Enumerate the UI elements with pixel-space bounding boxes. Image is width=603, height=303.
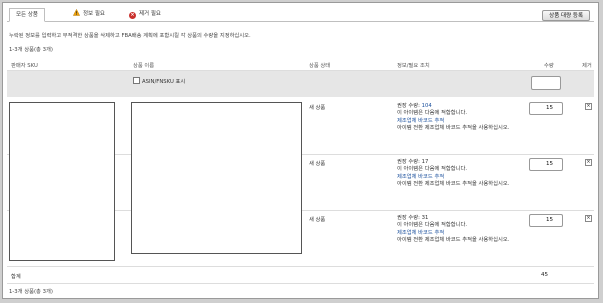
col-header-quantity: 수량 bbox=[544, 63, 554, 69]
asin-toggle[interactable]: ASIN/FNSKU 표시 bbox=[133, 77, 185, 85]
quantity-filter-input[interactable] bbox=[531, 76, 561, 90]
quantity-input[interactable]: 15 bbox=[529, 158, 563, 171]
recommended-label: 권장 수량: bbox=[397, 159, 420, 165]
item-count-top: 1-3개 상품(총 3개) bbox=[9, 47, 53, 53]
total-row: 합계 45 bbox=[7, 267, 594, 284]
remove-item-button[interactable]: × bbox=[585, 103, 592, 110]
tab-info-needed[interactable]: 정보 필요 bbox=[67, 8, 111, 20]
asin-checkbox[interactable] bbox=[133, 77, 140, 84]
tab-all-products-label: 모든 상품 bbox=[16, 12, 38, 18]
col-header-sku[interactable]: 판매자 SKU bbox=[11, 61, 38, 69]
info-cell: 권장 수량: 17 이 아이템은 다음에 적합합니다. 제조업체 바코드 추적 … bbox=[397, 159, 517, 189]
recommended-qty: 17 bbox=[421, 159, 429, 165]
total-label: 합계 bbox=[11, 274, 21, 280]
shipment-items-panel: 모든 상품 정보 필요 × 제거 필요 상품 대량 등록 누락된 정보를 입력하고… bbox=[2, 2, 599, 299]
asin-toggle-label: ASIN/FNSKU 표시 bbox=[142, 79, 186, 85]
tab-removal-needed-label: 제거 필요 bbox=[139, 11, 161, 17]
tab-bar: 모든 상품 정보 필요 × 제거 필요 상품 대량 등록 bbox=[7, 7, 594, 22]
remove-item-button[interactable]: × bbox=[585, 159, 592, 166]
col-header-remove: 제거 bbox=[582, 63, 592, 69]
tab-removal-needed[interactable]: × 제거 필요 bbox=[123, 8, 167, 20]
eligible-text: 이 아이템은 다음에 적합합니다. bbox=[397, 222, 468, 229]
barcode-note: 아이템 전환 제조업체 바코드 추적을 사용하십시오. bbox=[397, 125, 510, 132]
product-name-cell-box bbox=[131, 102, 302, 254]
recommended-label: 권장 수량: bbox=[397, 103, 420, 109]
recommended-label: 권장 수량: bbox=[397, 215, 420, 221]
col-header-name[interactable]: 상품 이름 bbox=[133, 61, 154, 69]
instructions-text: 누락된 정보를 입력하고 부적격한 상품을 삭제하고 FBA배송 계획에 포함시… bbox=[9, 33, 251, 39]
recommended-qty: 31 bbox=[421, 215, 429, 221]
eligible-text: 이 아이템은 다음에 적합합니다. bbox=[397, 166, 468, 173]
col-header-info: 정보/필요 조치 bbox=[397, 63, 430, 69]
condition-text: 새 상품 bbox=[309, 161, 326, 167]
eligible-text: 이 아이템은 다음에 적합합니다. bbox=[397, 110, 468, 117]
bulk-add-products-button[interactable]: 상품 대량 등록 bbox=[542, 10, 590, 21]
condition-text: 새 상품 bbox=[309, 105, 326, 111]
info-cell: 권장 수량: 31 이 아이템은 다음에 적합합니다. 제조업체 바코드 추적 … bbox=[397, 215, 517, 245]
info-cell: 권장 수량: 104 이 아이템은 다음에 적합합니다. 제조업체 바코드 추적… bbox=[397, 103, 517, 133]
recommended-qty: 104 bbox=[421, 103, 432, 109]
quantity-input[interactable]: 15 bbox=[529, 102, 563, 115]
condition-text: 새 상품 bbox=[309, 217, 326, 223]
remove-item-button[interactable]: × bbox=[585, 215, 592, 222]
total-quantity: 45 bbox=[541, 272, 548, 278]
filter-row: ASIN/FNSKU 표시 bbox=[7, 71, 594, 97]
col-header-condition[interactable]: 상품 상태 bbox=[309, 61, 330, 69]
warning-icon bbox=[73, 9, 80, 16]
table-header: 판매자 SKU 상품 이름 상품 상태 정보/필요 조치 수량 제거 bbox=[7, 58, 594, 71]
tab-all-products[interactable]: 모든 상품 bbox=[9, 8, 45, 22]
tab-info-needed-label: 정보 필요 bbox=[83, 11, 105, 17]
error-icon: × bbox=[129, 12, 136, 19]
barcode-note: 아이템 전환 제조업체 바코드 추적을 사용하십시오. bbox=[397, 237, 510, 244]
item-count-bottom: 1-3개 상품(총 3개) bbox=[9, 289, 53, 295]
barcode-note: 아이템 전환 제조업체 바코드 추적을 사용하십시오. bbox=[397, 181, 510, 188]
quantity-input[interactable]: 15 bbox=[529, 214, 563, 227]
sku-cell-box bbox=[9, 102, 115, 261]
